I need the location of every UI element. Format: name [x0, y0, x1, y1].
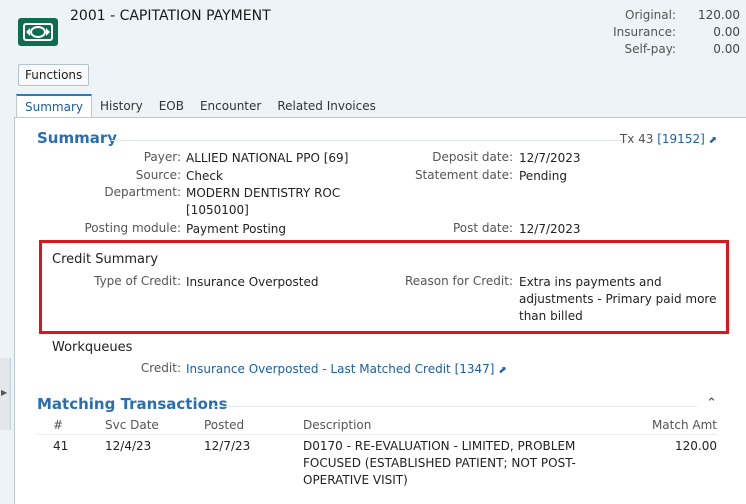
summary-title: Summary [37, 129, 118, 147]
amounts-summary: Original: 120.00 Insurance: 0.00 Self-pay:… [596, 8, 740, 59]
double-chevron-up-icon[interactable]: ⌃ [706, 396, 717, 411]
row-num-link[interactable]: 41 [53, 438, 68, 455]
self-pay-value: 0.00 [713, 42, 740, 56]
col-num: # [53, 418, 64, 432]
row-description-line2: FOCUSED (ESTABLISHED PATIENT; NOT POST- [303, 456, 576, 470]
payer-label: Payer: [143, 150, 181, 164]
statement-date-label: Statement date: [414, 168, 513, 182]
external-link-icon[interactable]: ⬈ [709, 135, 717, 146]
posting-module-label: Posting module: [84, 221, 182, 235]
original-value: 120.00 [698, 8, 740, 22]
type-of-credit-label: Type of Credit: [94, 274, 181, 288]
department-label: Department: [104, 185, 181, 199]
summary-panel: Summary Tx 43 [19152] ⬈ Payer: ALLIED NA… [14, 118, 746, 504]
reason-line2: adjustments - Primary paid more [519, 292, 717, 306]
row-svc-date: 12/4/23 [105, 439, 152, 453]
deposit-date-label: Deposit date: [432, 150, 513, 164]
original-label: Original: [625, 8, 676, 22]
insurance-label: Insurance: [613, 25, 676, 39]
external-link-icon[interactable]: ⬈ [498, 365, 506, 376]
workqueue-credit-link[interactable]: Insurance Overposted - Last Matched Cred… [186, 361, 507, 379]
matching-rule [211, 406, 697, 407]
table-header-rule [37, 434, 717, 435]
row-match-amt: 120.00 [675, 439, 717, 453]
triangle-right-icon: ▶ [1, 388, 8, 397]
posting-module-value: Payment Posting [186, 222, 287, 236]
workqueue-credit-label: Credit: [140, 361, 181, 375]
source-label: Source: [135, 168, 181, 182]
reason-for-credit-label: Reason for Credit: [405, 274, 513, 288]
header: 2001 - CAPITATION PAYMENT Original: 120.0… [0, 0, 746, 62]
tab-related-invoices[interactable]: Related Invoices [269, 94, 384, 118]
payment-logo-icon [18, 18, 58, 46]
credit-summary-title: Credit Summary [52, 252, 159, 267]
insurance-value: 0.00 [713, 25, 740, 39]
workqueue-credit-link-text[interactable]: Insurance Overposted - Last Matched Cred… [186, 362, 494, 376]
side-panel-toggle[interactable]: ▶ [0, 358, 11, 430]
deposit-date-value: 12/7/2023 [519, 151, 581, 165]
tab-bar: Summary History EOB Encounter Related In… [16, 94, 384, 118]
summary-rule [111, 140, 627, 141]
col-svc-date: Svc Date [105, 418, 159, 432]
type-of-credit-value: Insurance Overposted [186, 275, 319, 289]
department-value-line2: [1050100] [186, 203, 249, 217]
col-description: Description [303, 418, 372, 432]
functions-button[interactable]: Functions [18, 64, 90, 86]
workqueues-title: Workqueues [52, 340, 133, 355]
tab-eob[interactable]: EOB [151, 94, 192, 118]
payer-value: ALLIED NATIONAL PPO [69] [186, 151, 349, 165]
tab-summary[interactable]: Summary [16, 94, 92, 118]
row-posted: 12/7/23 [204, 439, 251, 453]
row-description-line1: D0170 - RE-EVALUATION - LIMITED, PROBLEM [303, 439, 576, 453]
statement-date-value: Pending [519, 169, 567, 183]
post-date-value: 12/7/2023 [519, 222, 581, 236]
page-title: 2001 - CAPITATION PAYMENT [70, 8, 271, 24]
reason-line3: than billed [519, 309, 583, 323]
reason-line1: Extra ins payments and [519, 275, 662, 289]
tx-prefix: Tx 43 [619, 132, 654, 146]
matching-transactions-title: Matching Transactions [37, 395, 228, 413]
col-match-amt: Match Amt [651, 418, 717, 432]
post-date-label: Post date: [452, 221, 513, 235]
tab-encounter[interactable]: Encounter [192, 94, 269, 118]
self-pay-label: Self-pay: [624, 42, 676, 56]
col-posted: Posted [204, 418, 245, 432]
tx-link[interactable]: [19152] [657, 132, 705, 146]
transaction-reference: Tx 43 [19152] ⬈ [620, 132, 717, 146]
department-value-line1: MODERN DENTISTRY ROC [186, 186, 341, 200]
tab-history[interactable]: History [92, 94, 151, 118]
source-value: Check [186, 169, 223, 183]
row-description-line3: OPERATIVE VISIT) [303, 473, 408, 487]
credit-summary-highlight: Credit Summary Type of Credit: Insurance… [39, 240, 729, 334]
